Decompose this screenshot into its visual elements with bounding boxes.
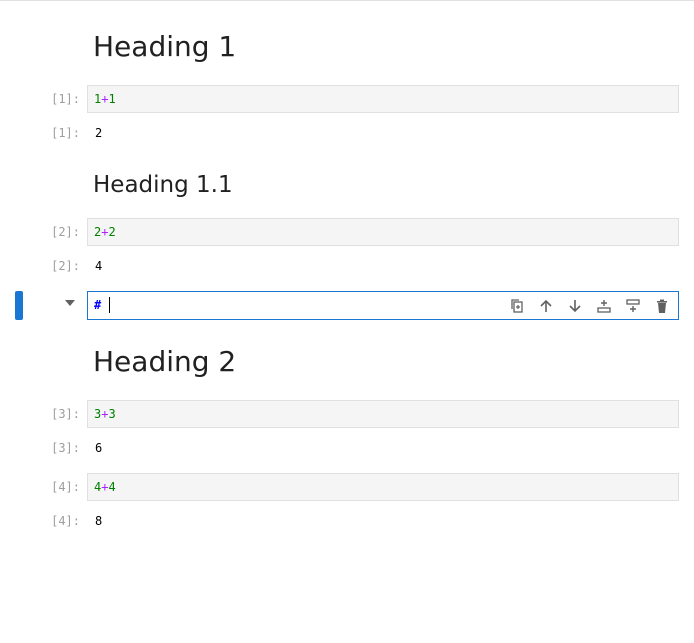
cell-toolbar [507, 296, 672, 316]
code-line: 1+1 [94, 92, 116, 106]
move-down-icon[interactable] [565, 296, 585, 316]
markdown-source: # [94, 298, 102, 312]
output-prompt: [2]: [51, 259, 80, 273]
cell-output: 2 [95, 126, 103, 140]
code-cell-editor[interactable]: 4+4 [87, 473, 679, 501]
cell-output: 4 [95, 259, 103, 273]
input-prompt: [3]: [51, 407, 80, 421]
duplicate-icon[interactable] [507, 296, 527, 316]
insert-above-icon[interactable] [594, 296, 614, 316]
markdown-heading[interactable]: Heading 1 [93, 30, 236, 64]
code-cell-editor[interactable]: 3+3 [87, 400, 679, 428]
input-prompt: [4]: [51, 480, 80, 494]
delete-icon[interactable] [652, 296, 672, 316]
cell-output: 6 [95, 441, 103, 455]
top-divider [0, 0, 694, 1]
collapse-caret-icon[interactable] [65, 300, 75, 306]
output-prompt: [4]: [51, 514, 80, 528]
text-cursor [109, 297, 110, 313]
input-prompt: [1]: [51, 92, 80, 106]
input-prompt: [2]: [51, 225, 80, 239]
markdown-heading[interactable]: Heading 1.1 [93, 171, 233, 199]
code-cell-editor[interactable]: 1+1 [87, 85, 679, 113]
insert-below-icon[interactable] [623, 296, 643, 316]
code-line: 3+3 [94, 407, 116, 421]
output-prompt: [1]: [51, 126, 80, 140]
active-cell-indicator[interactable] [15, 291, 23, 320]
markdown-heading[interactable]: Heading 2 [93, 345, 236, 379]
markdown-cell-editor[interactable]: # [87, 291, 679, 320]
code-cell-editor[interactable]: 2+2 [87, 218, 679, 246]
cell-output: 8 [95, 514, 103, 528]
code-line: 2+2 [94, 225, 116, 239]
output-prompt: [3]: [51, 441, 80, 455]
code-line: 4+4 [94, 480, 116, 494]
move-up-icon[interactable] [536, 296, 556, 316]
